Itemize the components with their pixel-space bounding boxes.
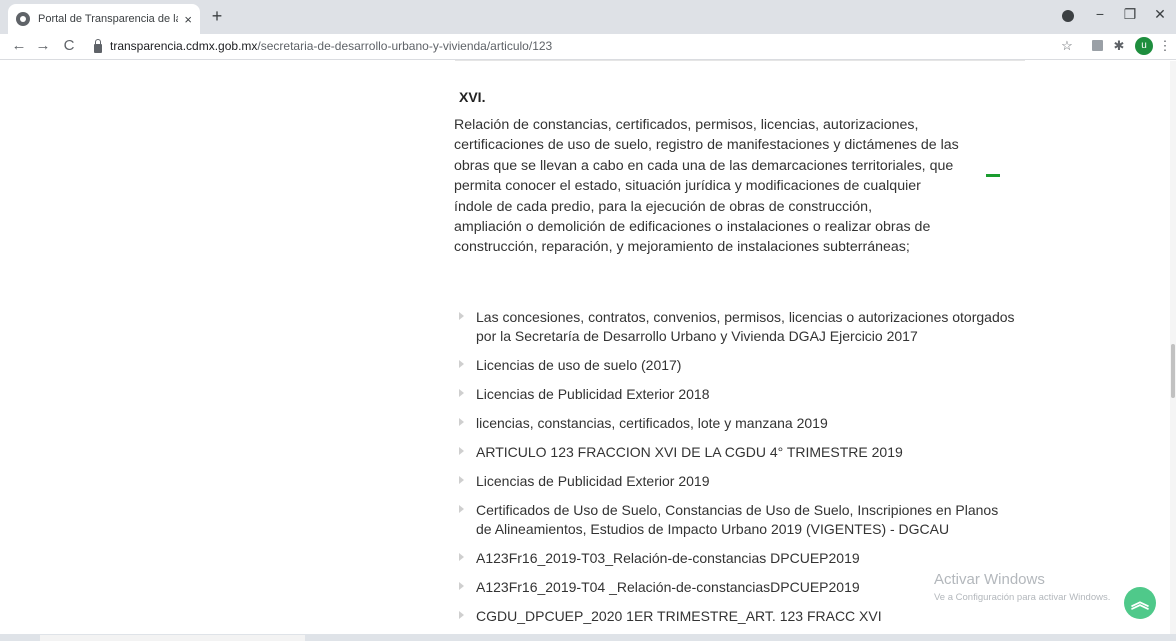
double-chevron-up-icon: ︽ [1131, 592, 1149, 612]
url-host: transparencia.cdmx.gob.mx [110, 39, 258, 53]
list-item[interactable]: Licencias de Publicidad Exterior 2019 [458, 472, 1038, 491]
browser-toolbar: ← → C transparencia.cdmx.gob.mx/secretar… [0, 34, 1176, 60]
description-line: índole de cada predio, para la ejecución… [454, 198, 873, 215]
taskbar [0, 634, 1176, 641]
link-text[interactable]: A123Fr16_2019-T03_Relación-de-constancia… [476, 549, 1038, 568]
extensions-puzzle-icon[interactable]: ✱ [1110, 38, 1128, 54]
minimize-button[interactable]: − [1090, 6, 1110, 22]
extension-pdf-icon[interactable] [1088, 38, 1106, 54]
list-item[interactable]: Licencias de uso de suelo (2017) [458, 356, 1038, 375]
link-text[interactable]: CGDU_DPCUEP_2020 1ER TRIMESTRE_ART. 123 … [476, 607, 1038, 626]
scroll-to-top-button[interactable]: ︽ [1124, 587, 1156, 619]
collapse-toggle[interactable] [986, 174, 1000, 177]
window-close-button[interactable]: ✕ [1150, 6, 1170, 23]
list-item[interactable]: licencias, constancias, certificados, lo… [458, 414, 1038, 433]
description-line: certificaciones de uso de suelo, registr… [454, 137, 959, 154]
url-path: /secretaria-de-desarrollo-urbano-y-vivie… [257, 39, 553, 53]
menu-icon[interactable]: ⋮ [1156, 38, 1174, 54]
forward-button[interactable]: → [34, 37, 52, 54]
activation-watermark-subtitle: Ve a Configuración para activar Windows. [934, 592, 1111, 603]
bullet-arrow-icon [459, 360, 464, 368]
profile-avatar[interactable]: u [1135, 37, 1153, 55]
back-button[interactable]: ← [10, 37, 28, 54]
link-text[interactable]: Certificados de Uso de Suelo, Constancia… [476, 501, 1038, 520]
new-tab-button[interactable]: + [206, 6, 228, 27]
tab-close-icon[interactable]: × [184, 12, 192, 27]
description-line: obras que se llevan a cabo en cada una d… [454, 157, 954, 174]
bullet-arrow-icon [459, 553, 464, 561]
tab-active[interactable]: Portal de Transparencia de la CDMX × [8, 4, 200, 34]
bullet-arrow-icon [459, 418, 464, 426]
bullet-arrow-icon [459, 447, 464, 455]
list-item[interactable]: Las concesiones, contratos, convenios, p… [458, 308, 1038, 346]
bullet-arrow-icon [459, 312, 464, 320]
link-text[interactable]: Licencias de uso de suelo (2017) [476, 356, 1038, 375]
bullet-arrow-icon [459, 389, 464, 397]
divider [455, 60, 1025, 61]
description-line: permita conocer el estado, situación jur… [454, 178, 921, 195]
taskbar-search[interactable] [40, 635, 305, 641]
list-item[interactable]: Certificados de Uso de Suelo, Constancia… [458, 501, 1038, 539]
list-item[interactable]: A123Fr16_2019-T03_Relación-de-constancia… [458, 549, 1038, 568]
record-icon[interactable] [1062, 10, 1074, 22]
section-description: Relación de constancias, certificados, p… [454, 115, 974, 258]
description-line: ampliación o demolición de edificaciones… [454, 218, 931, 235]
tab-title: Portal de Transparencia de la CDMX [38, 13, 178, 25]
link-text[interactable]: por la Secretaría de Desarrollo Urbano y… [476, 327, 1038, 346]
link-text[interactable]: Licencias de Publicidad Exterior 2018 [476, 385, 1038, 404]
globe-icon [16, 12, 30, 26]
link-text[interactable]: Las concesiones, contratos, convenios, p… [476, 308, 1038, 327]
reload-button[interactable]: C [60, 37, 78, 54]
lock-icon[interactable] [94, 38, 102, 53]
activation-watermark-title: Activar Windows [934, 571, 1045, 588]
bullet-arrow-icon [459, 582, 464, 590]
list-item[interactable]: ARTICULO 123 FRACCION XVI DE LA CGDU 4° … [458, 443, 1038, 462]
link-text[interactable]: de Alineamientos, Estudios de Impacto Ur… [476, 520, 1038, 539]
bullet-arrow-icon [459, 476, 464, 484]
tab-strip: Portal de Transparencia de la CDMX × + −… [0, 0, 1176, 34]
bullet-arrow-icon [459, 505, 464, 513]
bullet-arrow-icon [459, 611, 464, 619]
bookmark-star-icon[interactable]: ☆ [1058, 38, 1076, 54]
address-bar[interactable]: transparencia.cdmx.gob.mx/secretaria-de-… [88, 35, 1052, 57]
list-item[interactable]: Licencias de Publicidad Exterior 2018 [458, 385, 1038, 404]
description-line: construcción, reparación, y mejoramiento… [454, 239, 910, 256]
link-text[interactable]: ARTICULO 123 FRACCION XVI DE LA CGDU 4° … [476, 443, 1038, 462]
description-line: Relación de constancias, certificados, p… [454, 117, 919, 133]
section-heading: XVI. [459, 89, 486, 105]
link-text[interactable]: Licencias de Publicidad Exterior 2019 [476, 472, 1038, 491]
url-text[interactable]: transparencia.cdmx.gob.mx/secretaria-de-… [110, 39, 552, 53]
scrollbar-thumb[interactable] [1171, 344, 1175, 398]
list-item[interactable]: CGDU_DPCUEP_2020 1ER TRIMESTRE_ART. 123 … [458, 607, 1038, 626]
link-text[interactable]: licencias, constancias, certificados, lo… [476, 414, 1038, 433]
restore-button[interactable]: ❐ [1120, 6, 1140, 23]
